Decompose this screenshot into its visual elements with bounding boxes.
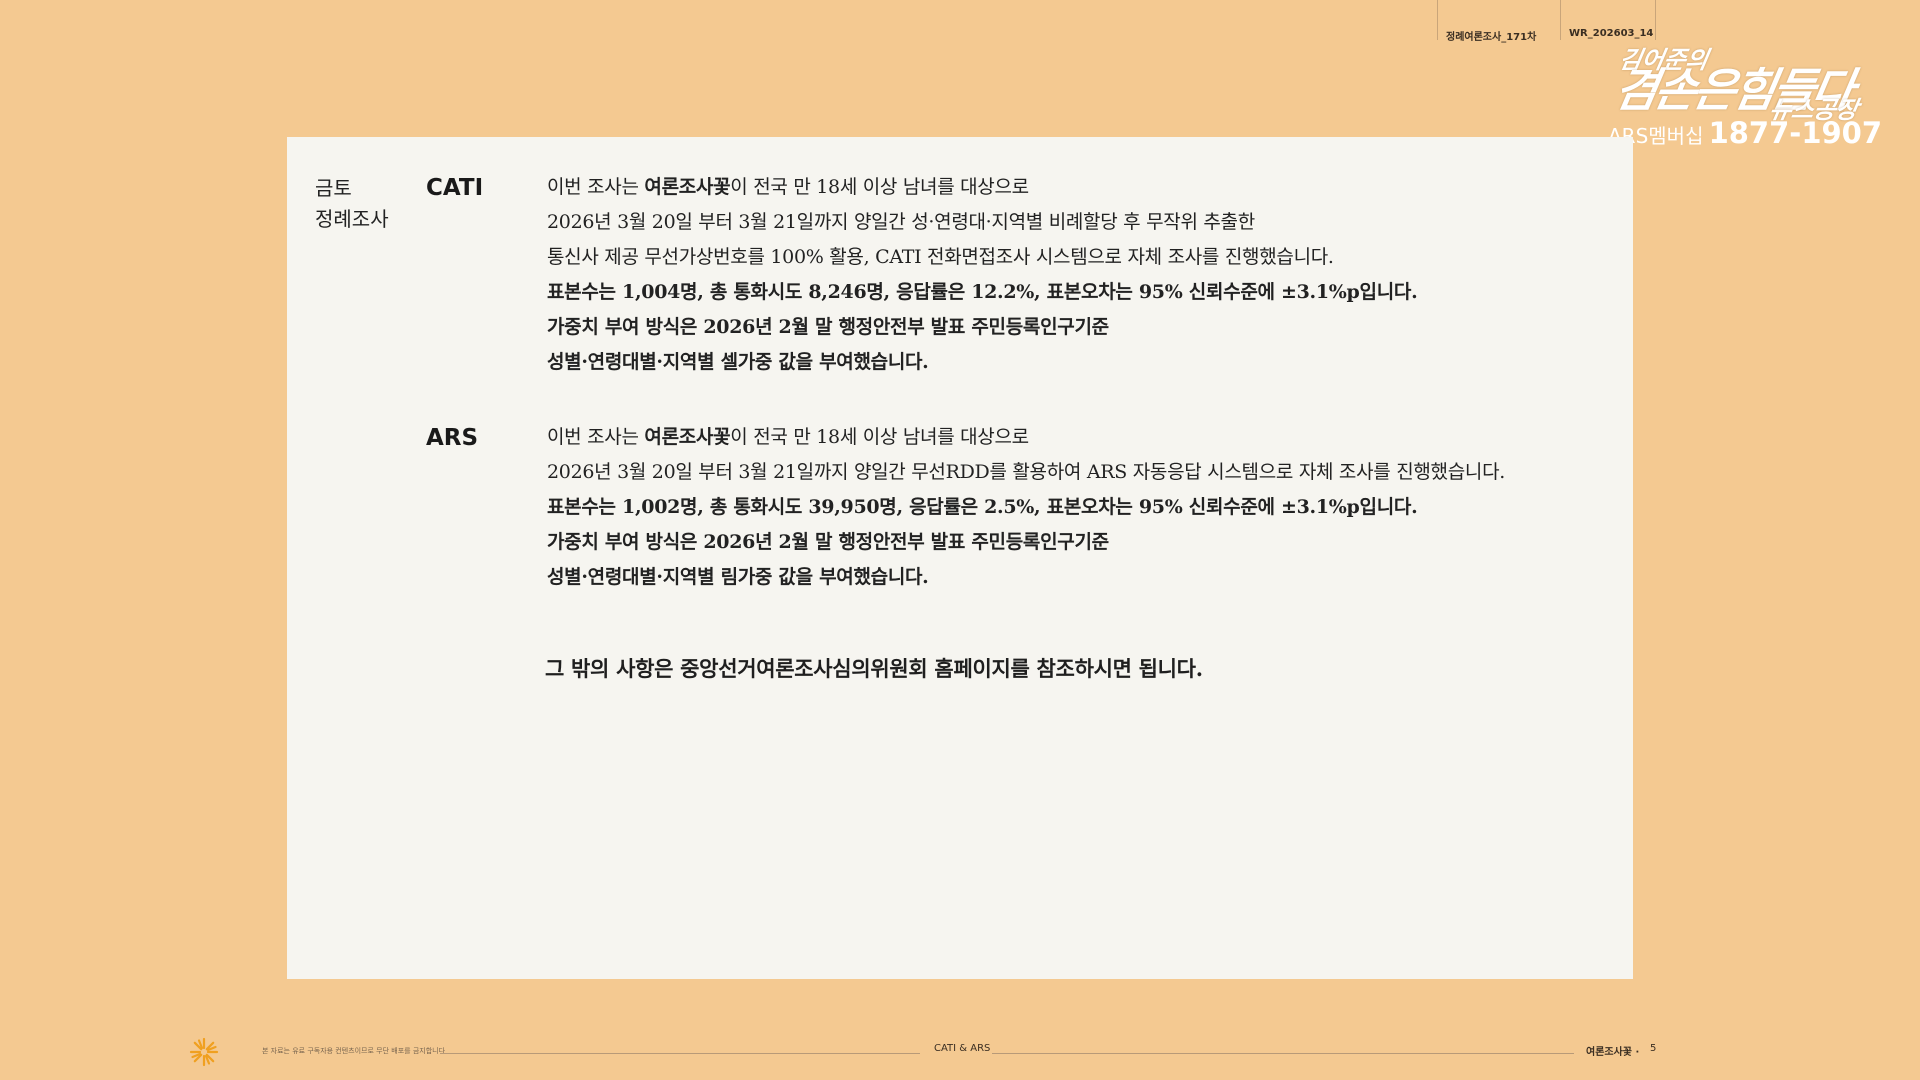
ars-line-4: 가중치 부여 방식은 2026년 2월 말 행정안전부 발표 주민등록인구기준 xyxy=(547,531,1109,553)
cati-line-2: 2026년 3월 20일 부터 3월 21일까지 양일간 성·연령대·지역별 비… xyxy=(547,211,1255,233)
ars-line-1: 이번 조사는 여론조사꽃이 전국 만 18세 이상 남녀를 대상으로 xyxy=(547,426,1029,448)
ars-phone-number: 1877-1907 xyxy=(1708,116,1883,150)
footer-divider-left xyxy=(440,1053,920,1054)
cati-method-label: CATI xyxy=(426,175,484,201)
cati-line-5: 가중치 부여 방식은 2026년 2월 말 행정안전부 발표 주민등록인구기준 xyxy=(547,316,1109,338)
footer-divider-right xyxy=(992,1053,1574,1054)
pollster-name: 여론조사꽃 xyxy=(644,176,731,198)
survey-type-line2: 정례조사 xyxy=(315,207,389,231)
footer-section-title: CATI & ARS xyxy=(934,1043,991,1054)
survey-type-label: 금토 정례조사 xyxy=(315,173,389,235)
survey-round-label: 정례여론조사_171차 xyxy=(1446,32,1537,43)
ars-line-2: 2026년 3월 20일 부터 3월 21일까지 양일간 무선RDD를 활용하여… xyxy=(547,461,1506,483)
cati-line-4: 표본수는 1,004명, 총 통화시도 8,246명, 응답률은 12.2%, … xyxy=(547,281,1418,303)
document-code-label: WR_202603_14 xyxy=(1569,28,1654,39)
ars-description: 이번 조사는 여론조사꽃이 전국 만 18세 이상 남녀를 대상으로 2026년… xyxy=(547,420,1505,595)
survey-type-line1: 금토 xyxy=(315,176,352,200)
broadcast-logo: 김어준의 겸손은힘들다 뉴스공장 ARS멤버십 1877-1907 xyxy=(1600,40,1900,150)
pollster-name: 여론조사꽃 xyxy=(644,426,731,448)
flower-logo-icon xyxy=(189,1037,219,1067)
page-number: 5 xyxy=(1650,1043,1657,1054)
survey-round-tab: 정례여론조사_171차 xyxy=(1437,0,1559,43)
cati-description: 이번 조사는 여론조사꽃이 전국 만 18세 이상 남녀를 대상으로 2026년… xyxy=(547,170,1418,380)
distribution-notice: 본 자료는 유료 구독자용 컨텐츠이므로 무단 배포를 금지합니다 xyxy=(262,1047,446,1055)
document-code-tab: WR_202603_14 xyxy=(1560,0,1656,40)
cati-line-6: 성별·연령대별·지역별 셀가중 값을 부여했습니다. xyxy=(547,351,929,373)
cati-line-3: 통신사 제공 무선가상번호를 100% 활용, CATI 전화면접조사 시스템으… xyxy=(547,246,1334,268)
footer-brand: 여론조사꽃 · xyxy=(1586,1047,1640,1058)
ars-membership-phone: ARS멤버십 1877-1907 xyxy=(1608,116,1882,150)
cati-line-1: 이번 조사는 여론조사꽃이 전국 만 18세 이상 남녀를 대상으로 xyxy=(547,176,1029,198)
methodology-panel: 금토 정례조사 CATI 이번 조사는 여론조사꽃이 전국 만 18세 이상 남… xyxy=(287,137,1633,979)
ars-line-3: 표본수는 1,002명, 총 통화시도 39,950명, 응답률은 2.5%, … xyxy=(547,496,1418,518)
ars-method-label: ARS xyxy=(426,425,479,451)
ars-line-5: 성별·연령대별·지역별 림가중 값을 부여했습니다. xyxy=(547,566,929,588)
footnote: 그 밖의 사항은 중앙선거여론조사심의위원회 홈페이지를 참조하시면 됩니다. xyxy=(545,656,1203,681)
